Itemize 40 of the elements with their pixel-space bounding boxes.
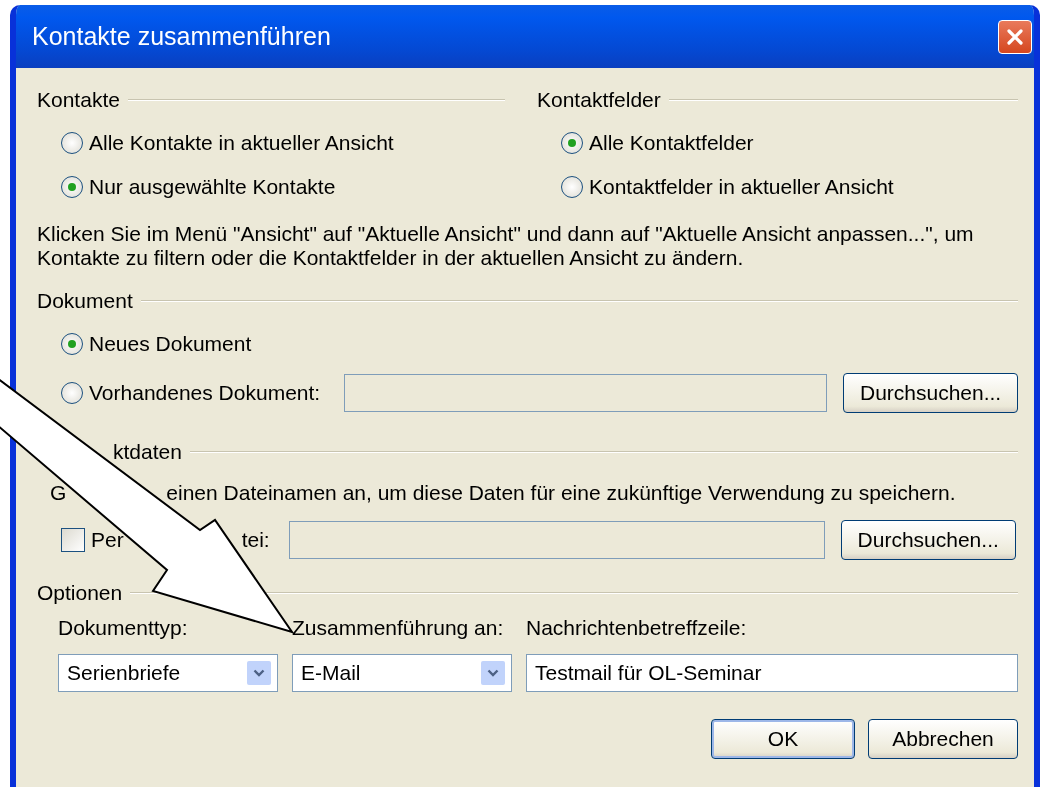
radio-button[interactable] — [61, 382, 83, 404]
window-title: Kontakte zusammenführen — [32, 22, 331, 51]
checkbox[interactable] — [61, 528, 85, 552]
group-heading: Dokument — [37, 289, 133, 313]
radio-label: Alle Kontakte in aktueller Ansicht — [89, 131, 394, 155]
radio-button[interactable] — [561, 176, 583, 198]
hint-text: G — [50, 481, 67, 505]
hint-text: einen Dateinamen an, um diese Daten für eine zukünftige Verwendung zu speichern. — [166, 481, 956, 505]
radio-label: Neues Dokument — [89, 332, 252, 356]
hint-text: Klicken Sie im Menü "Ansicht" auf "Aktuelle Ansicht" und dann auf "Aktuelle Ansicht anpassen...", um Kontakte zu filtern oder die Kontaktfelder in der aktuellen Ansicht zu ändern. — [37, 222, 975, 270]
radio-button[interactable] — [561, 132, 583, 154]
radio-label: Alle Kontaktfelder — [589, 131, 754, 155]
field-label: Dokumenttyp: — [58, 616, 189, 640]
dropdown[interactable]: E-Mail — [292, 654, 512, 692]
dropdown-value: Serienbriefe — [67, 661, 181, 685]
checkbox-label: Per — [91, 528, 124, 552]
group-heading: Optionen — [37, 581, 123, 605]
radio-button[interactable] — [61, 333, 83, 355]
subject-field[interactable]: Testmail für OL-Seminar — [526, 654, 1018, 692]
radio-label: Vorhandenes Dokument: — [89, 381, 322, 405]
group-heading: Kontakte — [37, 88, 120, 112]
cancel-button[interactable]: Abbrechen — [868, 719, 1018, 759]
radio-label: Kontaktfelder in aktueller Ansicht — [589, 175, 894, 199]
browse-button[interactable]: Durchsuchen... — [840, 520, 1016, 560]
close-icon — [1006, 27, 1024, 46]
ok-button[interactable]: OK — [711, 719, 855, 759]
file-path-field[interactable] — [288, 521, 825, 559]
file-path-field[interactable] — [343, 374, 828, 412]
field-label: Zusammenführung an: — [292, 616, 505, 640]
browse-button[interactable]: Durchsuchen... — [843, 373, 1018, 413]
checkbox-label: tei: — [241, 528, 271, 552]
field-label: Nachrichtenbetreffzeile: — [526, 616, 748, 640]
radio-label: Nur ausgewählte Kontakte — [89, 175, 336, 199]
group-heading: ktdaten — [113, 440, 182, 464]
radio-button[interactable] — [61, 176, 83, 198]
close-button[interactable] — [998, 19, 1032, 54]
group-heading: Kontaktfelder — [537, 88, 661, 112]
radio-button[interactable] — [61, 132, 83, 154]
dropdown[interactable]: Serienbriefe — [58, 654, 278, 692]
dropdown-value: E-Mail — [301, 661, 361, 685]
